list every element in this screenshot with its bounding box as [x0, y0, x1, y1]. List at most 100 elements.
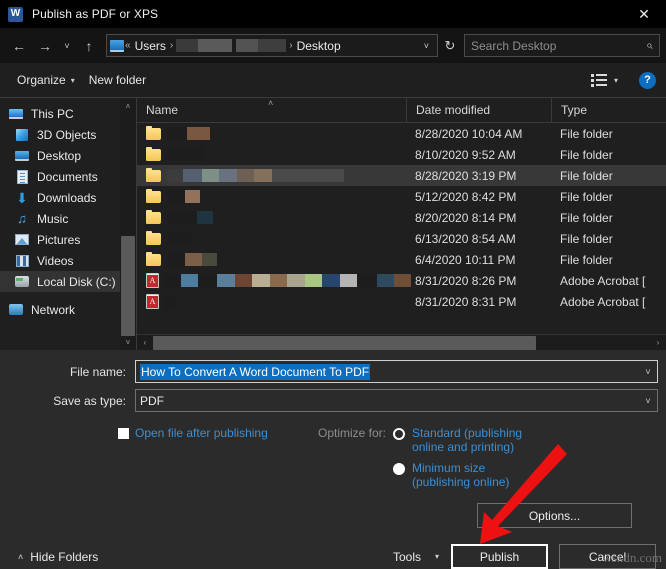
address-dropdown-icon[interactable]: ˅	[418, 41, 435, 51]
scroll-up-icon[interactable]: ˄	[120, 98, 136, 114]
navigation-bar: ← → ˅ ↑ « Users › › Desktop ˅ ↻ ⌕	[0, 28, 666, 63]
hscroll-track[interactable]	[153, 335, 650, 351]
publish-button[interactable]: Publish	[451, 544, 548, 569]
filename-combo[interactable]: How To Convert A Word Document To PDF ˅	[135, 360, 658, 383]
table-row[interactable]: 8/28/2020 3:19 PMFile folder	[137, 165, 666, 186]
refresh-icon[interactable]: ↻	[438, 33, 462, 59]
sidebar-item-label: Pictures	[37, 233, 80, 247]
close-icon[interactable]: ✕	[622, 0, 666, 28]
filename-input[interactable]: How To Convert A Word Document To PDF	[140, 364, 370, 380]
sidebar-item-network[interactable]: Network	[0, 299, 136, 320]
table-row[interactable]: 6/4/2020 10:11 PMFile folder	[137, 249, 666, 270]
table-row[interactable]: 8/31/2020 8:26 PMAdobe Acrobat [	[137, 270, 666, 291]
search-box[interactable]: ⌕	[464, 34, 660, 57]
sidebar-item-music[interactable]: ♫ Music	[0, 208, 136, 229]
sidebar-item-documents[interactable]: Documents	[0, 166, 136, 187]
up-icon[interactable]: ↑	[76, 33, 102, 59]
standard-radio-line2: online and printing)	[412, 440, 514, 454]
hide-folders-button[interactable]: ˄ Hide Folders	[10, 550, 98, 564]
downloads-icon: ⬇	[14, 190, 30, 206]
hscroll-thumb[interactable]	[153, 336, 536, 350]
sidebar-item-label: Videos	[37, 254, 73, 268]
scroll-left-icon[interactable]: ‹	[137, 335, 153, 351]
table-row[interactable]: 8/20/2020 8:14 PMFile folder	[137, 207, 666, 228]
view-dots	[591, 74, 594, 87]
sidebar-item-label: Local Disk (C:)	[37, 275, 116, 289]
breadcrumb-item-users[interactable]: Users	[132, 39, 169, 53]
open-after-publishing-label: Open file after publishing	[135, 426, 268, 440]
command-toolbar: Organize ▾ New folder ▾ ?	[0, 63, 666, 98]
cell-date-modified: 8/20/2020 8:14 PM	[406, 211, 551, 225]
music-icon: ♫	[14, 211, 30, 227]
savetype-dropdown-icon[interactable]: ˅	[639, 396, 657, 406]
redacted-filename	[167, 148, 203, 161]
publish-options-row: Open file after publishing Optimize for:…	[0, 418, 666, 489]
sidebar-scroll-thumb[interactable]	[121, 236, 135, 336]
savetype-row: Save as type: PDF ˅	[0, 389, 666, 412]
filename-dropdown-icon[interactable]: ˅	[639, 367, 657, 377]
cell-date-modified: 6/4/2020 10:11 PM	[406, 253, 551, 267]
sidebar-item-this-pc[interactable]: This PC	[0, 103, 136, 124]
view-dropdown-button[interactable]: ▾	[607, 72, 625, 89]
sidebar-item-label: Music	[37, 212, 68, 226]
chevron-down-icon-view: ▾	[614, 76, 618, 85]
table-row[interactable]: 5/12/2020 8:42 PMFile folder	[137, 186, 666, 207]
breadcrumb-item-desktop[interactable]: Desktop	[294, 39, 344, 53]
radio-option-standard[interactable]: Standard (publishing online and printing…	[393, 426, 522, 454]
chevron-down-icon: ▾	[71, 76, 75, 85]
open-after-publishing-checkbox[interactable]	[118, 428, 129, 439]
table-row[interactable]: 8/10/2020 9:52 AMFile folder	[137, 144, 666, 165]
sidebar-item-downloads[interactable]: ⬇ Downloads	[0, 187, 136, 208]
horizontal-scrollbar[interactable]: ‹ ›	[137, 334, 666, 350]
view-mode-icon[interactable]	[591, 74, 607, 87]
cell-type: File folder	[551, 190, 666, 204]
forward-icon[interactable]: →	[32, 33, 58, 59]
minimum-size-radio[interactable]	[393, 463, 405, 475]
minimum-size-radio-line1: Minimum size	[412, 461, 485, 475]
sidebar-item-desktop[interactable]: Desktop	[0, 145, 136, 166]
breadcrumb-item-redacted[interactable]	[176, 39, 232, 52]
scroll-down-icon[interactable]: ˅	[120, 334, 136, 350]
savetype-combo[interactable]: PDF ˅	[135, 389, 658, 412]
cell-name	[137, 273, 406, 288]
sidebar-item-label: This PC	[31, 107, 74, 121]
recent-locations-icon[interactable]: ˅	[58, 33, 76, 59]
options-button[interactable]: Options...	[477, 503, 632, 528]
sidebar-scroll-track[interactable]	[120, 114, 136, 334]
table-row[interactable]: 6/13/2020 8:54 AMFile folder	[137, 228, 666, 249]
table-row[interactable]: 8/28/2020 10:04 AMFile folder	[137, 123, 666, 144]
sidebar-item-label: Downloads	[37, 191, 96, 205]
standard-radio[interactable]	[393, 428, 405, 440]
open-after-publishing-checkbox-group[interactable]: Open file after publishing	[118, 426, 318, 489]
view-lines	[596, 74, 607, 86]
redacted-filename	[167, 127, 210, 140]
sidebar-item-label: Network	[31, 303, 75, 317]
sidebar-scrollbar[interactable]: ˄ ˅	[120, 98, 136, 350]
sidebar-item-3d-objects[interactable]: 3D Objects	[0, 124, 136, 145]
radio-option-minimum-size[interactable]: Minimum size (publishing online)	[393, 461, 522, 489]
breadcrumb-item-redacted-2[interactable]	[236, 39, 286, 52]
column-header-type-label: Type	[561, 103, 587, 117]
new-folder-button[interactable]: New folder	[82, 69, 153, 91]
organize-button[interactable]: Organize ▾	[10, 69, 82, 91]
column-header-date-modified[interactable]: Date modified	[406, 98, 551, 123]
search-input[interactable]	[471, 39, 646, 53]
table-row[interactable]: 8/31/2020 8:31 PMAdobe Acrobat [	[137, 291, 666, 312]
browser-body: This PC 3D Objects Desktop Documents ⬇ D…	[0, 98, 666, 350]
minimum-size-radio-line2: (publishing online)	[412, 475, 509, 489]
scroll-right-icon[interactable]: ›	[650, 335, 666, 351]
address-bar[interactable]: « Users › › Desktop ˅	[106, 34, 438, 57]
column-header-name-label: Name	[146, 103, 178, 117]
column-header-type[interactable]: Type	[551, 98, 666, 123]
sort-ascending-icon: ˄	[268, 98, 273, 108]
sidebar-item-local-disk-c[interactable]: Local Disk (C:)	[0, 271, 136, 292]
help-icon[interactable]: ?	[639, 72, 656, 89]
redacted-filename	[167, 190, 200, 203]
tools-button[interactable]: Tools ▾	[393, 550, 439, 564]
column-header-name[interactable]: Name ˄	[137, 98, 406, 123]
folder-icon	[146, 128, 161, 140]
sidebar-item-pictures[interactable]: Pictures	[0, 229, 136, 250]
back-icon[interactable]: ←	[6, 33, 32, 59]
cell-type: File folder	[551, 211, 666, 225]
sidebar-item-videos[interactable]: Videos	[0, 250, 136, 271]
